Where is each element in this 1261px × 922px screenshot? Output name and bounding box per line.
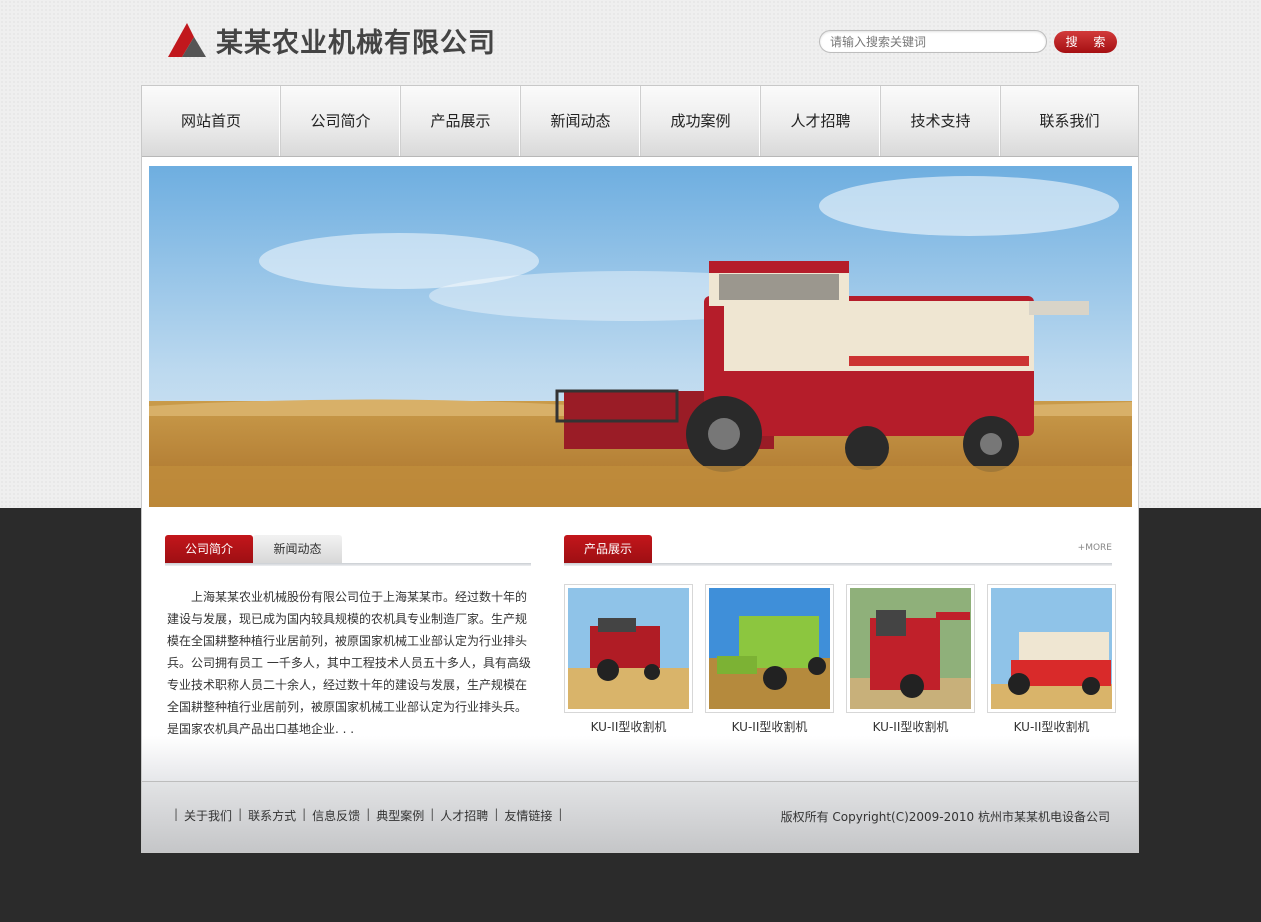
product-image[interactable] [705, 584, 834, 713]
product-image[interactable] [846, 584, 975, 713]
nav-item-contact[interactable]: 联系我们 [1001, 86, 1138, 156]
nav-item-about[interactable]: 公司简介 [281, 86, 401, 156]
product-image[interactable] [564, 584, 693, 713]
separator: | [558, 807, 563, 821]
separator: | [302, 807, 307, 821]
content-fade [142, 736, 1138, 781]
hero-banner [149, 166, 1132, 507]
footer-link-friends[interactable]: 友情链接 [504, 807, 552, 824]
main-nav: 网站首页 公司简介 产品展示 新闻动态 成功案例 人才招聘 技术支持 联系我们 [142, 86, 1138, 157]
main-frame: 网站首页 公司简介 产品展示 新闻动态 成功案例 人才招聘 技术支持 联系我们 [141, 85, 1139, 853]
tab-company-intro[interactable]: 公司简介 [165, 535, 253, 563]
logo[interactable]: 某某农业机械有限公司 [168, 22, 496, 59]
product-caption: KU-II型收割机 [872, 720, 949, 734]
products-tabs: 产品展示 +MORE [564, 535, 1112, 566]
footer: | 关于我们 | 联系方式 | 信息反馈 | 典型案例 | 人才招聘 | 友情链… [142, 781, 1138, 852]
separator: | [238, 807, 243, 821]
nav-item-products[interactable]: 产品展示 [401, 86, 521, 156]
more-link[interactable]: +MORE [1078, 543, 1112, 553]
separator: | [174, 807, 179, 821]
search-input[interactable] [819, 30, 1047, 53]
product-card[interactable]: KU-II型收割机 [564, 584, 693, 735]
product-image[interactable] [987, 584, 1116, 713]
intro-tabs: 公司简介 新闻动态 [165, 535, 531, 566]
copyright-text: 版权所有 Copyright(C)2009-2010 杭州市某某机电设备公司 [780, 810, 1110, 824]
product-caption: KU-II型收割机 [590, 720, 667, 734]
harvester-banner-image [149, 166, 1132, 507]
nav-item-support[interactable]: 技术支持 [881, 86, 1001, 156]
product-card[interactable]: KU-II型收割机 [987, 584, 1116, 735]
tab-divider [564, 563, 1112, 566]
tab-products[interactable]: 产品展示 [564, 535, 652, 563]
nav-item-cases[interactable]: 成功案例 [641, 86, 761, 156]
footer-link-contact[interactable]: 联系方式 [248, 807, 296, 824]
tab-news[interactable]: 新闻动态 [253, 535, 342, 563]
footer-link-about[interactable]: 关于我们 [184, 807, 232, 824]
nav-item-news[interactable]: 新闻动态 [521, 86, 641, 156]
tab-divider [165, 563, 531, 566]
footer-links: | 关于我们 | 联系方式 | 信息反馈 | 典型案例 | 人才招聘 | 友情链… [168, 807, 568, 824]
footer-link-cases[interactable]: 典型案例 [376, 807, 424, 824]
footer-link-feedback[interactable]: 信息反馈 [312, 807, 360, 824]
logo-triangle-icon [168, 23, 206, 57]
separator: | [366, 807, 371, 821]
product-list: KU-II型收割机 KU-II型收割机 KU-II型收割机 KU-II型收割机 [564, 584, 1116, 744]
company-intro-text: 上海某某农业机械股份有限公司位于上海某某市。经过数十年的建设与发展，现已成为国内… [167, 590, 531, 736]
product-card[interactable]: KU-II型收割机 [705, 584, 834, 735]
search-button[interactable]: 搜 索 [1054, 31, 1117, 53]
separator: | [430, 807, 435, 821]
nav-item-home[interactable]: 网站首页 [142, 86, 281, 156]
product-card[interactable]: KU-II型收割机 [846, 584, 975, 735]
footer-link-jobs[interactable]: 人才招聘 [440, 807, 488, 824]
separator: | [494, 807, 499, 821]
product-caption: KU-II型收割机 [731, 720, 808, 734]
product-caption: KU-II型收割机 [1013, 720, 1090, 734]
company-name: 某某农业机械有限公司 [216, 27, 496, 59]
nav-item-jobs[interactable]: 人才招聘 [761, 86, 881, 156]
